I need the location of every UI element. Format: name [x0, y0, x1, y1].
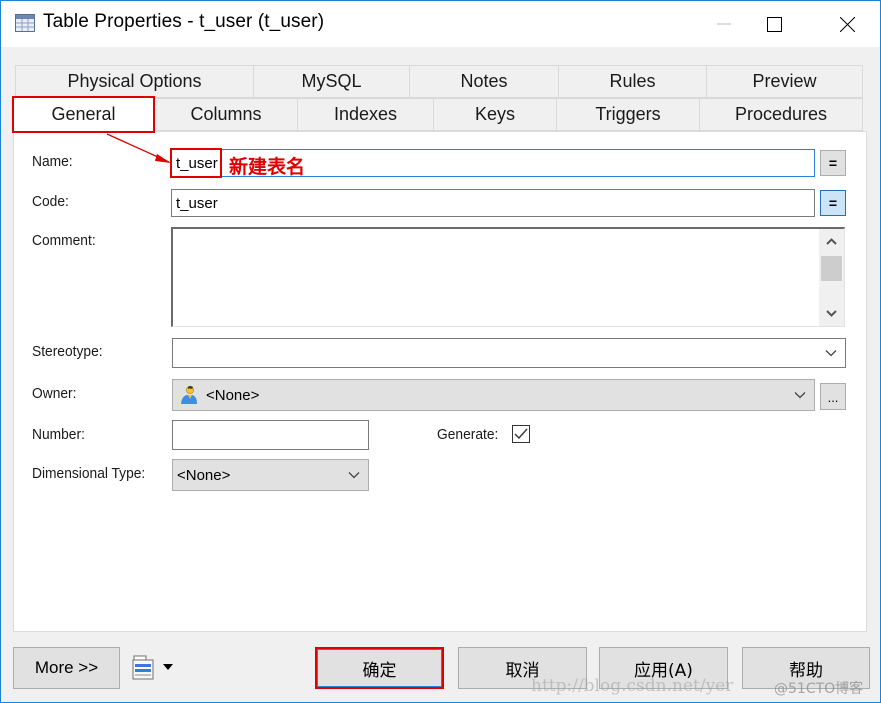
- scroll-up-icon[interactable]: [826, 238, 837, 245]
- close-button[interactable]: [824, 1, 870, 47]
- annotation-highlight-box: [170, 148, 222, 178]
- number-input[interactable]: [172, 420, 369, 450]
- generate-label: Generate:: [437, 426, 499, 443]
- comment-label: Comment:: [32, 232, 96, 249]
- code-input[interactable]: t_user: [171, 189, 815, 217]
- cancel-button[interactable]: 取消: [458, 647, 587, 689]
- close-icon: [839, 16, 855, 32]
- property-sheet-icon: [132, 655, 154, 679]
- property-sheet-menu-button[interactable]: [132, 654, 182, 680]
- tab-indexes[interactable]: Indexes: [297, 98, 434, 131]
- owner-value: <None>: [206, 386, 260, 404]
- tab-preview[interactable]: Preview: [706, 65, 863, 98]
- chevron-down-icon: [348, 472, 360, 479]
- annotation-label: 新建表名: [229, 156, 306, 178]
- tab-procedures[interactable]: Procedures: [699, 98, 863, 131]
- tab-mysql[interactable]: MySQL: [253, 65, 410, 98]
- owner-dropdown[interactable]: <None>: [172, 379, 815, 411]
- dimensional-type-label: Dimensional Type:: [32, 465, 146, 482]
- stereotype-combobox[interactable]: [172, 338, 846, 368]
- code-sync-button[interactable]: =: [820, 190, 846, 216]
- help-button[interactable]: 帮助: [742, 647, 870, 689]
- tab-keys[interactable]: Keys: [433, 98, 557, 131]
- minimize-icon: [717, 23, 731, 25]
- generate-checkbox[interactable]: [512, 425, 530, 443]
- table-grid-icon: [15, 14, 35, 32]
- user-icon: [181, 386, 197, 404]
- owner-browse-button[interactable]: ...: [820, 383, 846, 410]
- tab-general[interactable]: General: [12, 96, 155, 133]
- code-value: t_user: [176, 194, 218, 212]
- maximize-icon: [766, 16, 782, 32]
- scroll-down-icon[interactable]: [826, 310, 837, 317]
- dimensional-type-value: <None>: [177, 466, 231, 484]
- title-bar: Table Properties - t_user (t_user): [1, 1, 880, 47]
- tab-rules[interactable]: Rules: [558, 65, 707, 98]
- comment-scrollbar[interactable]: [819, 229, 844, 326]
- comment-textarea[interactable]: [171, 227, 845, 327]
- dropdown-triangle-icon: [163, 664, 173, 670]
- chevron-down-icon: [794, 392, 806, 399]
- apply-button[interactable]: 应用(A): [599, 647, 728, 689]
- dimensional-type-dropdown[interactable]: <None>: [172, 459, 369, 491]
- tab-physical-options[interactable]: Physical Options: [15, 65, 254, 98]
- owner-label: Owner:: [32, 385, 77, 402]
- chevron-down-icon: [825, 350, 837, 357]
- number-label: Number:: [32, 426, 85, 443]
- maximize-button[interactable]: [751, 1, 797, 47]
- window-title: Table Properties - t_user (t_user): [43, 11, 325, 32]
- name-to-code-button[interactable]: =: [820, 150, 846, 176]
- ok-button[interactable]: 确定: [315, 647, 444, 689]
- tab-columns[interactable]: Columns: [154, 98, 298, 131]
- more-button[interactable]: More >>: [13, 647, 120, 689]
- scroll-thumb[interactable]: [821, 256, 842, 281]
- table-properties-dialog: Table Properties - t_user (t_user) Physi…: [0, 0, 881, 703]
- minimize-button[interactable]: [701, 1, 747, 47]
- code-label: Code:: [32, 193, 69, 210]
- tab-triggers[interactable]: Triggers: [556, 98, 700, 131]
- name-label: Name:: [32, 153, 73, 170]
- tab-notes[interactable]: Notes: [409, 65, 559, 98]
- stereotype-label: Stereotype:: [32, 343, 103, 360]
- checkmark-icon: [514, 428, 528, 440]
